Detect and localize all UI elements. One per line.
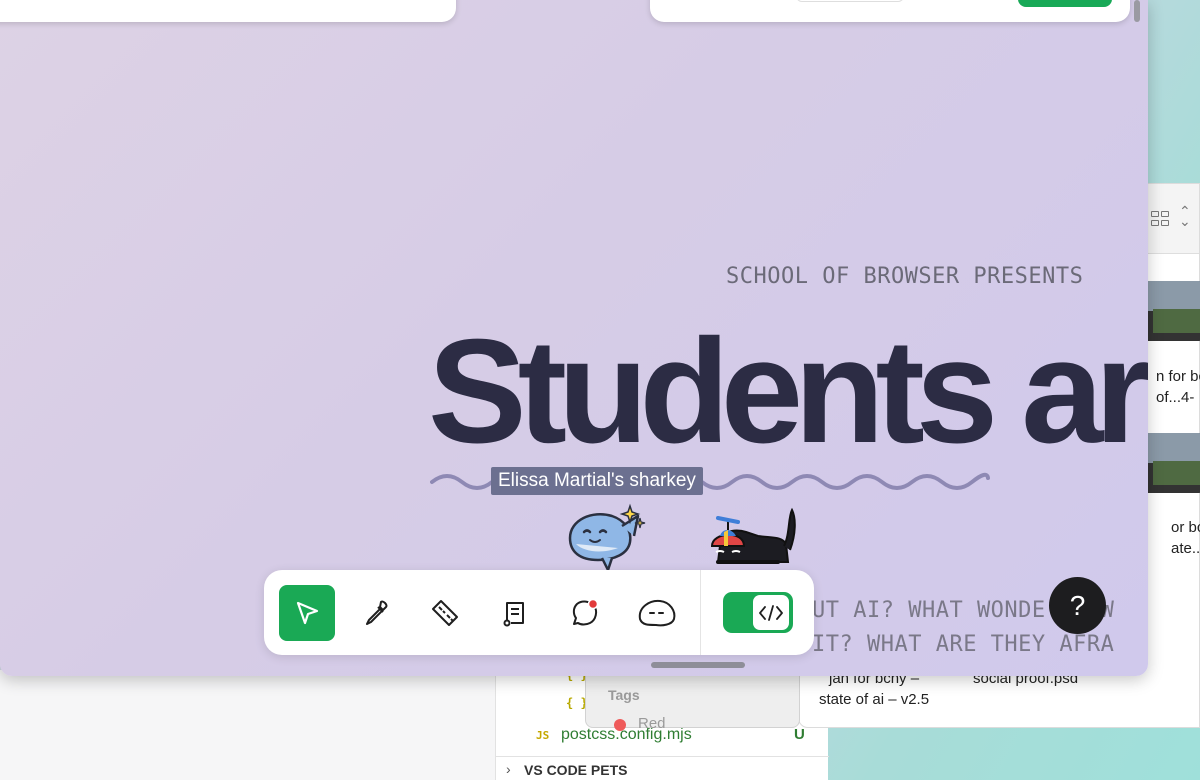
- eyebrow-text: SCHOOL OF BROWSER PRESENTS: [726, 264, 1084, 289]
- input-field[interactable]: [796, 0, 904, 2]
- top-right-card: [650, 0, 1130, 22]
- js-file-icon: JS: [536, 729, 550, 742]
- red-tag-dot-icon: [614, 719, 626, 731]
- hero-headline: Students ar: [428, 309, 1148, 474]
- pet-owner-tooltip: Elissa Martial's sharkey: [491, 467, 703, 495]
- file-thumbnail[interactable]: [1145, 433, 1200, 493]
- browser-window: SCHOOL OF BROWSER PRESENTS Students ar E…: [0, 0, 1148, 676]
- help-button[interactable]: ?: [1049, 577, 1106, 634]
- window-resize-handle[interactable]: [651, 662, 745, 668]
- chevron-updown-icon[interactable]: ⌃ ⌄: [1179, 204, 1191, 228]
- eyedropper-tool-button[interactable]: [349, 585, 405, 641]
- tag-red[interactable]: Red: [638, 715, 666, 732]
- select-tool-button[interactable]: [279, 585, 335, 641]
- cat-pet-icon[interactable]: [704, 506, 800, 572]
- code-brackets-icon: [759, 604, 783, 621]
- file-name-partial[interactable]: or bcny ate...ai: [1171, 517, 1200, 559]
- top-left-card: [0, 0, 456, 22]
- divider: [496, 756, 829, 757]
- toolbar-divider: [700, 570, 701, 655]
- pet-tool-button[interactable]: [629, 585, 685, 641]
- design-toolbar: [264, 570, 814, 655]
- tags-heading: Tags: [608, 687, 640, 703]
- file-name-postcss[interactable]: postcss.config.mjs: [561, 726, 692, 744]
- body-text-line: IT? WHAT ARE THEY AFRA: [812, 632, 1115, 657]
- ruler-tool-button[interactable]: [417, 585, 473, 641]
- finder-tags-panel: Tags Red: [585, 670, 800, 732]
- git-status-untracked: U: [794, 726, 805, 743]
- primary-button[interactable]: [1018, 0, 1112, 7]
- toggle-knob: [753, 595, 789, 630]
- cursor-arrow-icon: [296, 601, 319, 625]
- comment-bubble-icon: [572, 598, 599, 626]
- blob-face-icon: [638, 599, 676, 627]
- notes-icon: [503, 602, 524, 627]
- scrollbar[interactable]: [1134, 0, 1140, 22]
- eyedropper-icon: [366, 600, 388, 625]
- desktop-background-window: [0, 670, 500, 780]
- ruler-icon: [432, 600, 458, 626]
- chevron-right-icon[interactable]: ›: [506, 761, 511, 777]
- shark-pet-icon[interactable]: [562, 500, 650, 572]
- comment-tool-button[interactable]: [557, 585, 613, 641]
- code-view-toggle[interactable]: [723, 592, 793, 633]
- notes-tool-button[interactable]: [487, 585, 543, 641]
- file-name-partial[interactable]: n for bc of...4-: [1156, 366, 1200, 408]
- section-vscode-pets[interactable]: VS CODE PETS: [524, 762, 627, 778]
- file-thumbnail[interactable]: [1145, 281, 1200, 341]
- grid-view-icon[interactable]: [1151, 211, 1171, 227]
